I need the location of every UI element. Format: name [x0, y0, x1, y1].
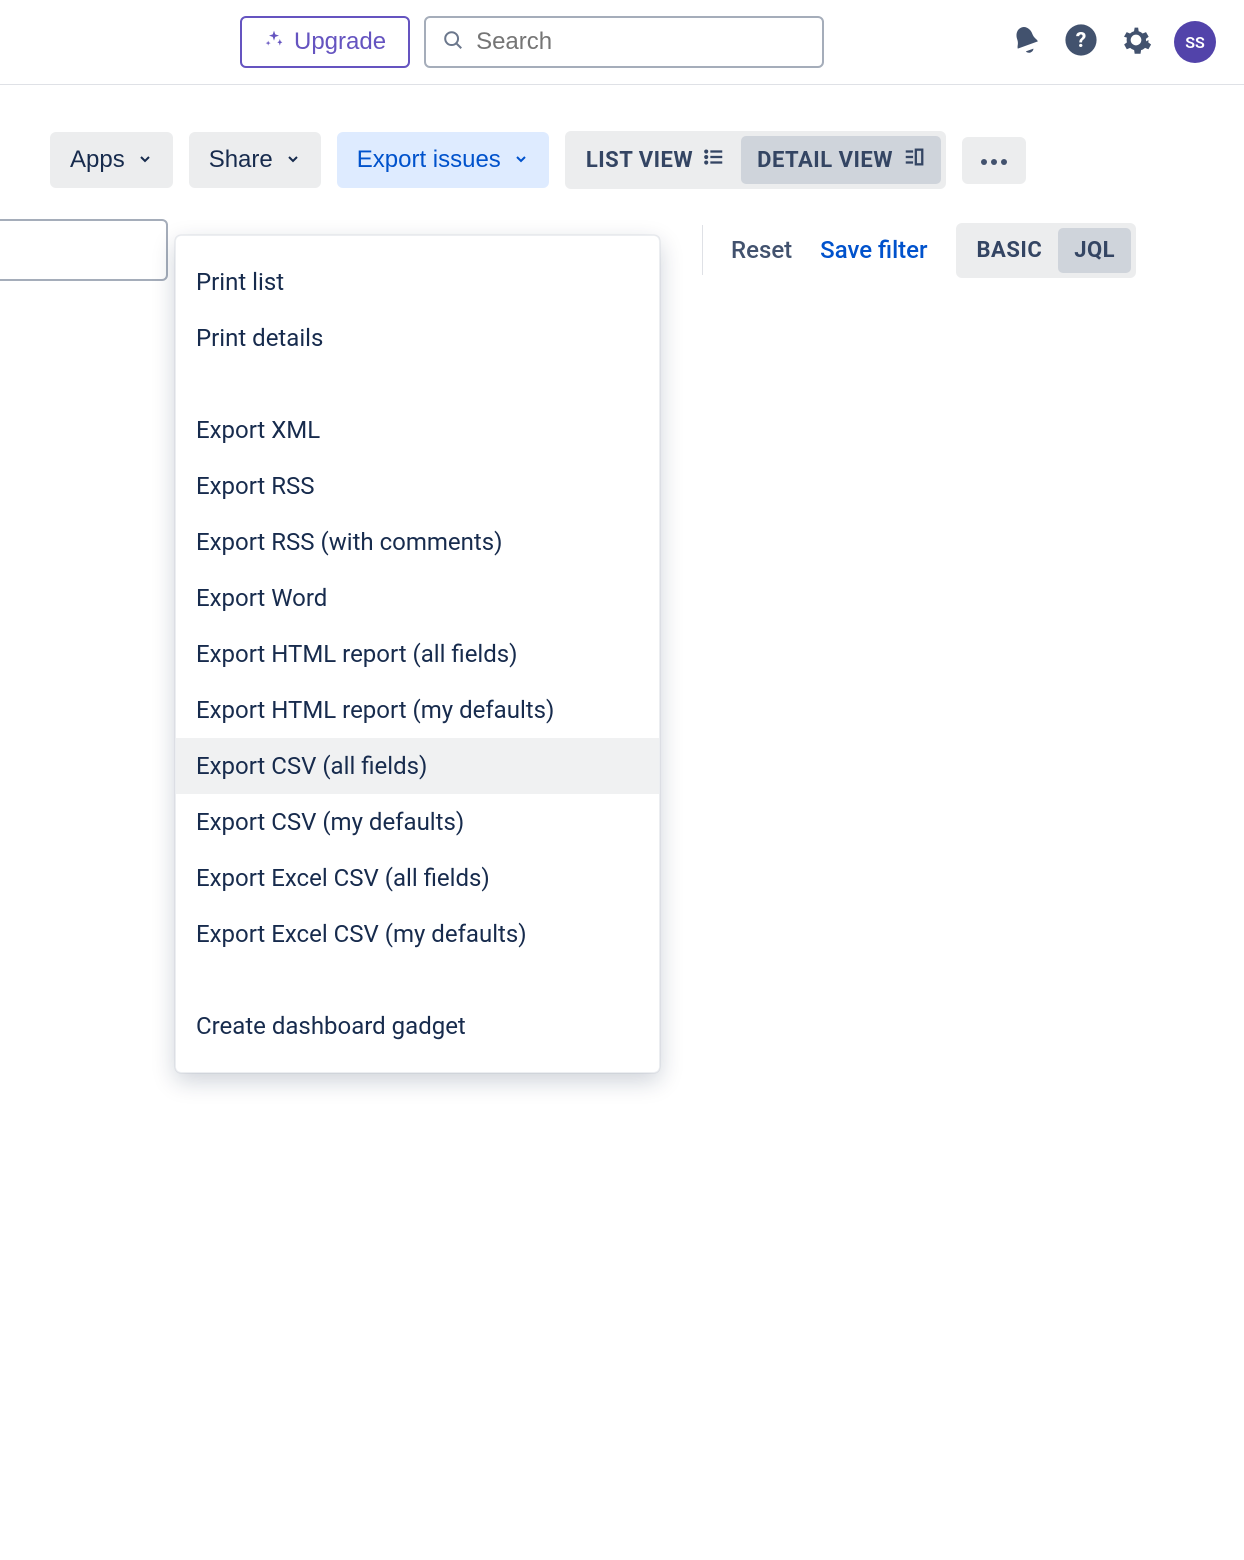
view-toggle: LIST VIEW DETAIL VIEW: [565, 131, 946, 189]
detail-view-button[interactable]: DETAIL VIEW: [741, 136, 941, 184]
field-fragment: [0, 219, 168, 281]
upgrade-label: Upgrade: [294, 28, 386, 56]
menu-item-export-excel-all[interactable]: Export Excel CSV (all fields): [176, 850, 659, 906]
divider: [702, 225, 703, 275]
export-issues-button[interactable]: Export issues: [337, 132, 549, 188]
menu-item-create-gadget[interactable]: Create dashboard gadget: [176, 998, 659, 1054]
menu-item-print-list[interactable]: Print list: [176, 254, 659, 310]
search-icon: [442, 29, 464, 55]
chevron-down-icon: [513, 146, 529, 174]
detail-view-label: DETAIL VIEW: [757, 148, 893, 173]
menu-item-export-csv-my[interactable]: Export CSV (my defaults): [176, 794, 659, 850]
menu-item-export-html-all[interactable]: Export HTML report (all fields): [176, 626, 659, 682]
list-view-button[interactable]: LIST VIEW: [570, 136, 741, 184]
avatar[interactable]: SS: [1174, 21, 1216, 63]
menu-item-print-details[interactable]: Print details: [176, 310, 659, 366]
menu-item-export-word[interactable]: Export Word: [176, 570, 659, 626]
top-bar: Upgrade ? SS: [0, 0, 1244, 85]
toolbar: Apps Share Export issues LIST VIEW DETAI…: [0, 85, 1244, 189]
avatar-initials: SS: [1185, 33, 1205, 52]
chevron-down-icon: [285, 146, 301, 174]
list-view-label: LIST VIEW: [586, 148, 693, 173]
list-icon: [703, 146, 725, 174]
menu-item-export-excel-my[interactable]: Export Excel CSV (my defaults): [176, 906, 659, 962]
detail-icon: [903, 146, 925, 174]
menu-item-export-xml[interactable]: Export XML: [176, 402, 659, 458]
query-mode-toggle: BASIC JQL: [956, 223, 1137, 278]
gear-icon[interactable]: [1120, 24, 1152, 60]
search-input[interactable]: [476, 28, 806, 56]
reset-button[interactable]: Reset: [731, 236, 792, 264]
svg-text:?: ?: [1076, 28, 1087, 53]
save-filter-button[interactable]: Save filter: [820, 236, 927, 264]
export-label: Export issues: [357, 146, 501, 174]
menu-item-export-csv-all[interactable]: Export CSV (all fields): [176, 738, 659, 794]
basic-mode-button[interactable]: BASIC: [961, 228, 1059, 273]
more-icon: [980, 151, 1008, 170]
upgrade-button[interactable]: Upgrade: [240, 16, 410, 68]
jql-mode-button[interactable]: JQL: [1058, 228, 1131, 273]
notifications-icon[interactable]: [1010, 24, 1042, 60]
chevron-down-icon: [137, 146, 153, 174]
more-button[interactable]: [962, 137, 1026, 184]
menu-item-export-rss[interactable]: Export RSS: [176, 458, 659, 514]
share-button[interactable]: Share: [189, 132, 321, 188]
topbar-right: ? SS: [1010, 21, 1216, 63]
menu-item-export-rss-comments[interactable]: Export RSS (with comments): [176, 514, 659, 570]
share-label: Share: [209, 146, 273, 174]
export-dropdown: Print list Print details Export XML Expo…: [175, 235, 660, 1073]
sparkle-icon: [264, 28, 284, 56]
menu-item-export-html-my[interactable]: Export HTML report (my defaults): [176, 682, 659, 738]
apps-button[interactable]: Apps: [50, 132, 173, 188]
search-field[interactable]: [424, 16, 824, 68]
help-icon[interactable]: ?: [1064, 23, 1098, 61]
apps-label: Apps: [70, 146, 125, 174]
